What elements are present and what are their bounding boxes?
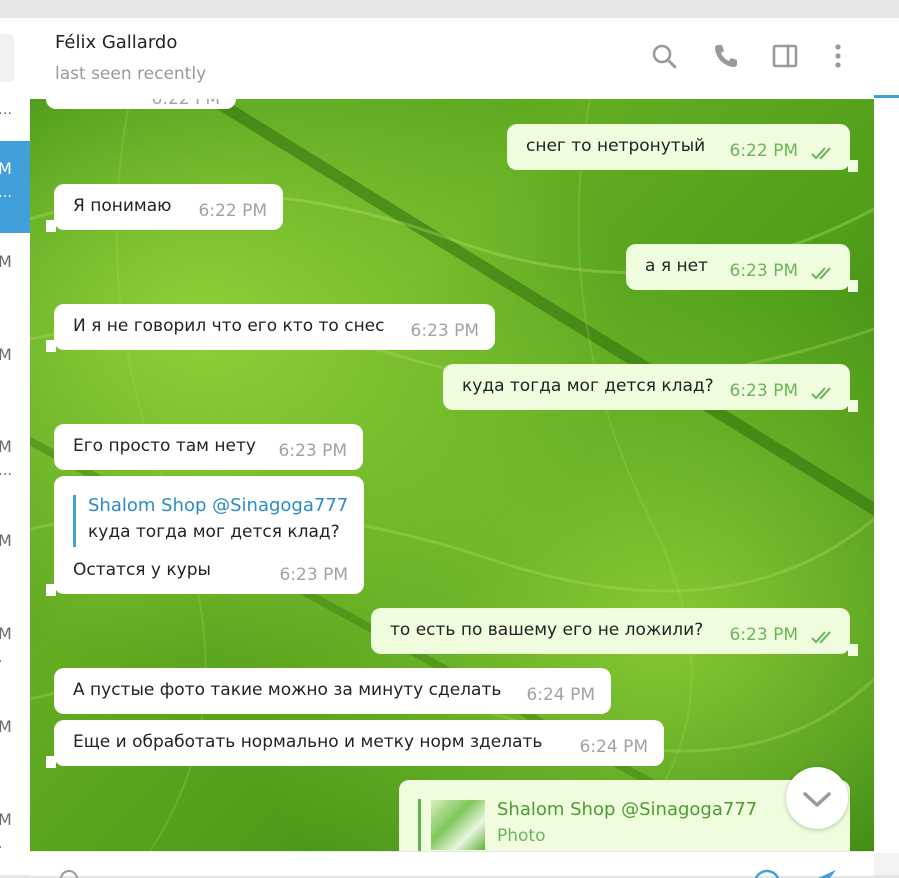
message-outgoing[interactable]: куда тогда мог дется клад? 6:23 PM — [443, 364, 850, 410]
chevron-down-icon — [803, 792, 831, 807]
chat-list-sidebar: … M … M M M … M M . M M . — [0, 18, 30, 875]
chat-list-item[interactable]: M — [0, 513, 30, 605]
chat-list-item-preview: … — [0, 185, 13, 201]
reply-author[interactable]: Shalom Shop @Sinagoga777 — [88, 495, 348, 516]
message-incoming[interactable]: Еще и обработать нормально и метку норм … — [54, 720, 664, 766]
message-composer[interactable] — [30, 851, 874, 878]
message-time: 6:24 PM — [579, 737, 649, 757]
message-time: 6:23 PM — [410, 321, 480, 341]
message-text: А пустые фото такие можно за минуту сдел… — [73, 680, 502, 700]
chat-list-item[interactable]: M — [0, 327, 30, 419]
chat-list-item-time: M — [0, 624, 12, 643]
right-panel — [874, 18, 899, 875]
double-check-icon — [811, 387, 831, 400]
bubble-tail — [46, 584, 56, 596]
chat-list-item-time: M — [0, 437, 12, 456]
chat-list-item-time: M — [0, 810, 12, 829]
message-time: 6:23 PM — [278, 441, 348, 461]
chat-list-item[interactable]: M — [0, 234, 30, 326]
bubble-tail — [46, 340, 56, 352]
message-text: Его просто там нету — [73, 436, 256, 456]
attach-icon[interactable] — [58, 868, 80, 878]
message-time: 6:23 PM — [279, 565, 349, 585]
bubble-tail — [848, 644, 858, 656]
bubble-tail — [848, 280, 858, 292]
chat-list-item-time: M — [0, 159, 12, 178]
chat-list-item-active[interactable]: M … — [0, 141, 30, 233]
message-text: то есть по вашему его не ложили? — [390, 620, 704, 640]
message-incoming[interactable]: Я понимаю 6:22 PM — [54, 184, 283, 230]
message-history[interactable]: 6:22 PM снег то нетронутый 6:22 PM Я пон… — [30, 99, 874, 851]
right-panel-accent — [874, 95, 899, 98]
chat-list-item[interactable]: M — [0, 699, 30, 791]
search-icon[interactable] — [650, 42, 678, 70]
reply-quote-bar — [73, 495, 76, 547]
double-check-icon — [811, 147, 831, 160]
message-text: Я понимаю — [73, 196, 172, 216]
chat-list-item-preview: . — [0, 650, 3, 666]
chat-status: last seen recently — [55, 64, 207, 84]
reply-author[interactable]: Shalom Shop @Sinagoga777 — [497, 799, 757, 820]
message-text: а я нет — [645, 256, 708, 276]
sidebar-toggle-icon[interactable] — [771, 42, 799, 70]
bubble-tail — [46, 756, 56, 768]
message-time: 6:22 PM — [198, 201, 268, 221]
message-outgoing[interactable]: а я нет 6:23 PM — [626, 244, 850, 290]
right-panel-footer — [874, 853, 899, 875]
message-incoming[interactable]: Его просто там нету 6:23 PM — [54, 424, 363, 470]
message-incoming[interactable]: И я не говорил что его кто то снес 6:23 … — [54, 304, 495, 350]
message-text: снег то нетронутый — [526, 136, 706, 156]
bubble-tail — [848, 400, 858, 412]
chat-list-item-time: M — [0, 345, 12, 364]
message-text: куда тогда мог дется клад? — [462, 376, 714, 396]
reply-text: Photo — [497, 826, 546, 846]
message-incoming[interactable]: 6:22 PM — [46, 99, 236, 109]
chat-list-item-preview: . — [0, 836, 3, 852]
bubble-tail — [46, 220, 56, 232]
phone-icon[interactable] — [712, 42, 740, 70]
send-icon[interactable] — [816, 868, 838, 878]
chat-list-item-time: M — [0, 717, 12, 736]
message-time: 6:23 PM — [729, 381, 799, 401]
chat-list-item[interactable]: M . — [0, 606, 30, 698]
message-time: 6:23 PM — [729, 625, 799, 645]
chat-list-item[interactable]: M … — [0, 419, 30, 511]
message-incoming[interactable]: А пустые фото такие можно за минуту сдел… — [54, 668, 611, 714]
chat-list-item-time: M — [0, 531, 12, 550]
message-time: 6:22 PM — [729, 141, 799, 161]
reply-photo-thumbnail[interactable] — [431, 800, 485, 850]
chat-list-item-time: M — [0, 252, 12, 271]
scroll-to-bottom-button[interactable] — [786, 767, 848, 829]
message-outgoing[interactable]: снег то нетронутый 6:22 PM — [507, 124, 850, 170]
chat-header: Félix Gallardo last seen recently — [30, 18, 874, 100]
message-text: Остатся у куры — [73, 560, 211, 580]
chat-title[interactable]: Félix Gallardo — [55, 32, 177, 53]
double-check-icon — [811, 631, 831, 644]
bubble-tail — [848, 160, 858, 172]
message-time: 6:24 PM — [526, 685, 596, 705]
message-outgoing-reply[interactable]: Shalom Shop @Sinagoga777 Photo — [399, 780, 850, 851]
emoji-icon[interactable] — [752, 868, 782, 878]
sidebar-search[interactable] — [0, 34, 14, 82]
message-time: 6:22 PM — [151, 99, 221, 109]
message-text: И я не говорил что его кто то снес — [73, 316, 385, 336]
chat-list-item-preview: … — [0, 102, 13, 118]
reply-text: куда тогда мог дется клад? — [88, 522, 340, 542]
chat-list-item-preview: … — [0, 463, 13, 479]
message-outgoing[interactable]: то есть по вашему его не ложили? 6:23 PM — [371, 608, 850, 654]
message-incoming-reply[interactable]: Shalom Shop @Sinagoga777 куда тогда мог … — [54, 476, 364, 594]
double-check-icon — [811, 267, 831, 280]
chat-list-item[interactable]: M . — [0, 792, 30, 875]
message-time: 6:23 PM — [729, 261, 799, 281]
message-text: Еще и обработать нормально и метку норм … — [73, 732, 543, 752]
more-icon[interactable] — [824, 42, 852, 70]
reply-quote-bar — [418, 799, 421, 851]
